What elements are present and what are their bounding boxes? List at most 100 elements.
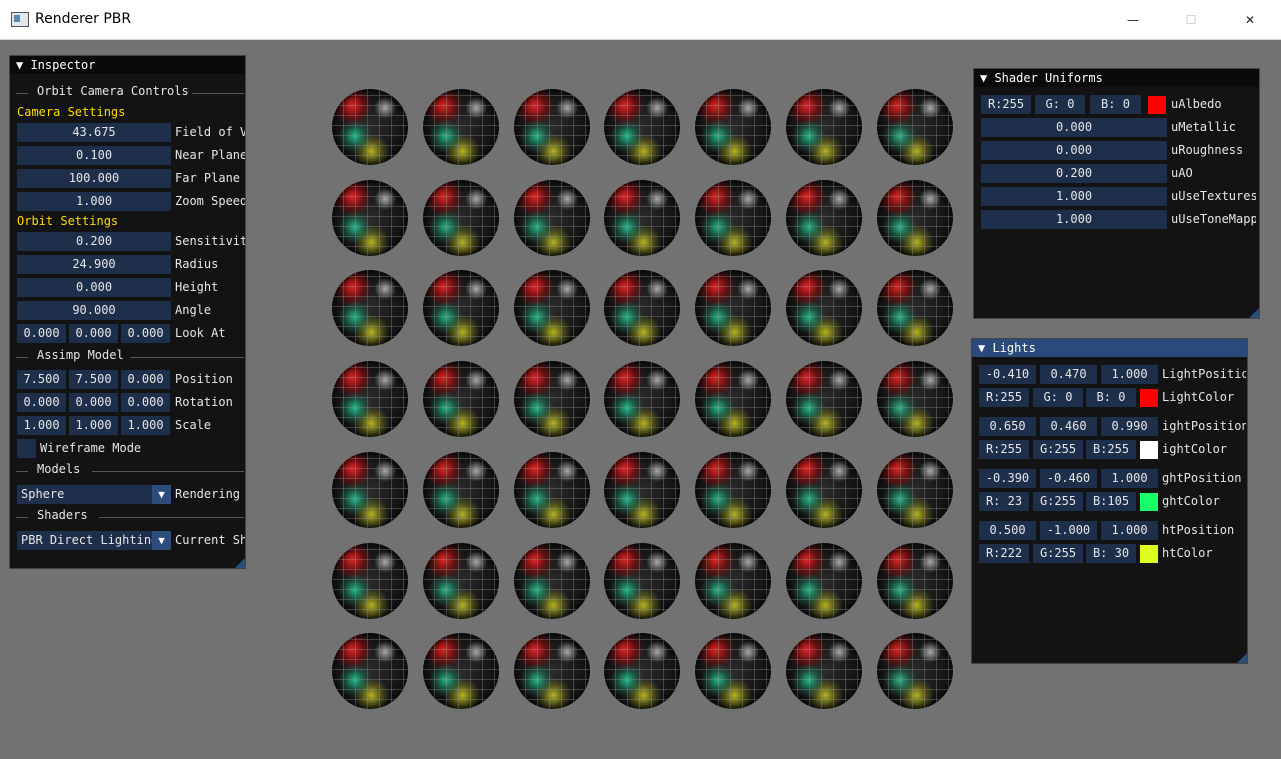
zoom-speed-input[interactable]: 1.000 [17,192,171,211]
window-title: Renderer PBR [35,11,132,27]
title-bar: Renderer PBR — ☐ ✕ [0,0,1281,40]
wireframe-mode-checkbox[interactable] [17,439,36,458]
albedo-b-input[interactable]: B: 0 [1090,95,1141,114]
light-3-color-b-input[interactable]: B: 30 [1086,544,1136,563]
close-button[interactable]: ✕ [1221,0,1279,39]
shader-select-chevron-down-icon[interactable]: ▼ [152,531,171,550]
albedo-g-input[interactable]: G: 0 [1035,95,1085,114]
light-2-color-r-input[interactable]: R: 23 [979,492,1029,511]
ao-input[interactable]: 0.200 [981,164,1167,183]
zoom-speed-label: Zoom Speed [175,194,245,208]
metallic-input[interactable]: 0.000 [981,118,1167,137]
use-textures-input[interactable]: 1.000 [981,187,1167,206]
model-select-chevron-down-icon[interactable]: ▼ [152,485,171,504]
far-plane-input[interactable]: 100.000 [17,169,171,188]
scale-z-input[interactable]: 1.000 [121,416,170,435]
scale-y-input[interactable]: 1.000 [69,416,118,435]
scale-x-input[interactable]: 1.000 [17,416,66,435]
light-0-position-z-input[interactable]: 1.000 [1101,365,1158,384]
albedo-color-swatch[interactable] [1148,96,1166,114]
rotation-y-input[interactable]: 0.000 [69,393,118,412]
lights-panel: ▼ Lights -0.410 0.470 1.000 LightPositio… [971,338,1248,664]
shader-uniforms-resize-grip[interactable] [1249,308,1259,318]
position-x-input[interactable]: 7.500 [17,370,66,389]
albedo-r-input[interactable]: R:255 [981,95,1031,114]
look-at-y-input[interactable]: 0.000 [69,324,118,343]
sphere-r0-c3 [604,89,680,165]
use-tone-mapping-input[interactable]: 1.000 [981,210,1167,229]
light-1-color-b-input[interactable]: B:255 [1086,440,1136,459]
maximize-button[interactable]: ☐ [1162,0,1220,39]
sphere-r4-c4 [695,452,771,528]
shader-uniforms-title[interactable]: ▼ Shader Uniforms [974,69,1259,87]
light-2-position-x-input[interactable]: -0.390 [979,469,1036,488]
roughness-input[interactable]: 0.000 [981,141,1167,160]
light-3-position-z-input[interactable]: 1.000 [1101,521,1158,540]
sphere-r3-c1 [423,361,499,437]
shader-select[interactable]: PBR Direct Lighting [17,531,152,550]
lights-title[interactable]: ▼ Lights [972,339,1247,357]
light-2-color-b-input[interactable]: B:105 [1086,492,1136,511]
light-1-position-z-input[interactable]: 0.990 [1101,417,1158,436]
light-2-position-y-input[interactable]: -0.460 [1040,469,1097,488]
camera-settings-label: Camera Settings [17,105,126,119]
sphere-r0-c1 [423,89,499,165]
height-label: Height [175,280,219,294]
light-1-color-g-input[interactable]: G:255 [1033,440,1083,459]
sphere-r3-c4 [695,361,771,437]
height-input[interactable]: 0.000 [17,278,171,297]
wireframe-mode-label: Wireframe Mode [40,441,142,455]
sphere-r3-c0 [332,361,408,437]
model-select[interactable]: Sphere [17,485,152,504]
light-3-color-swatch[interactable] [1140,545,1158,563]
light-2-color-g-input[interactable]: G:255 [1033,492,1083,511]
sensitivity-input[interactable]: 0.200 [17,232,171,251]
light-3-color-r-input[interactable]: R:222 [979,544,1029,563]
field-of-view-input[interactable]: 43.675 [17,123,171,142]
sphere-r1-c3 [604,180,680,256]
light-1-color-swatch[interactable] [1140,441,1158,459]
rotation-z-input[interactable]: 0.000 [121,393,170,412]
angle-input[interactable]: 90.000 [17,301,171,320]
light-0-position-x-input[interactable]: -0.410 [979,365,1036,384]
look-at-z-input[interactable]: 0.000 [121,324,170,343]
rotation-x-input[interactable]: 0.000 [17,393,66,412]
light-0-color-swatch[interactable] [1140,389,1158,407]
sphere-r0-c5 [786,89,862,165]
sphere-r4-c6 [877,452,953,528]
sphere-r2-c5 [786,270,862,346]
light-2-position-z-input[interactable]: 1.000 [1101,469,1158,488]
use-textures-label: uUseTextures [1171,189,1256,203]
near-plane-input[interactable]: 0.100 [17,146,171,165]
sphere-r0-c0 [332,89,408,165]
light-0-color-g-input[interactable]: G: 0 [1033,388,1083,407]
light-3-position-label: htPosition [1162,523,1235,537]
light-3-color-g-input[interactable]: G:255 [1033,544,1083,563]
light-0-position-y-input[interactable]: 0.470 [1040,365,1097,384]
sphere-r4-c2 [514,452,590,528]
light-3-position-x-input[interactable]: 0.500 [979,521,1036,540]
inspector-title[interactable]: ▼ Inspector [10,56,245,74]
sphere-r2-c4 [695,270,771,346]
radius-input[interactable]: 24.900 [17,255,171,274]
sphere-r6-c0 [332,633,408,709]
sphere-r5-c5 [786,543,862,619]
position-y-input[interactable]: 7.500 [69,370,118,389]
sphere-r0-c2 [514,89,590,165]
light-1-color-r-input[interactable]: R:255 [979,440,1029,459]
light-2-position-label: ghtPosition [1162,471,1242,485]
inspector-resize-grip[interactable] [235,558,245,568]
lights-resize-grip[interactable] [1237,653,1247,663]
sphere-r2-c2 [514,270,590,346]
light-1-position-y-input[interactable]: 0.460 [1040,417,1097,436]
light-2-color-swatch[interactable] [1140,493,1158,511]
light-1-position-x-input[interactable]: 0.650 [979,417,1036,436]
light-3-position-y-input[interactable]: -1.000 [1040,521,1097,540]
sphere-r2-c0 [332,270,408,346]
position-z-input[interactable]: 0.000 [121,370,170,389]
minimize-button[interactable]: — [1104,0,1162,39]
sphere-r5-c6 [877,543,953,619]
light-0-color-b-input[interactable]: B: 0 [1086,388,1136,407]
look-at-x-input[interactable]: 0.000 [17,324,66,343]
light-0-color-r-input[interactable]: R:255 [979,388,1029,407]
